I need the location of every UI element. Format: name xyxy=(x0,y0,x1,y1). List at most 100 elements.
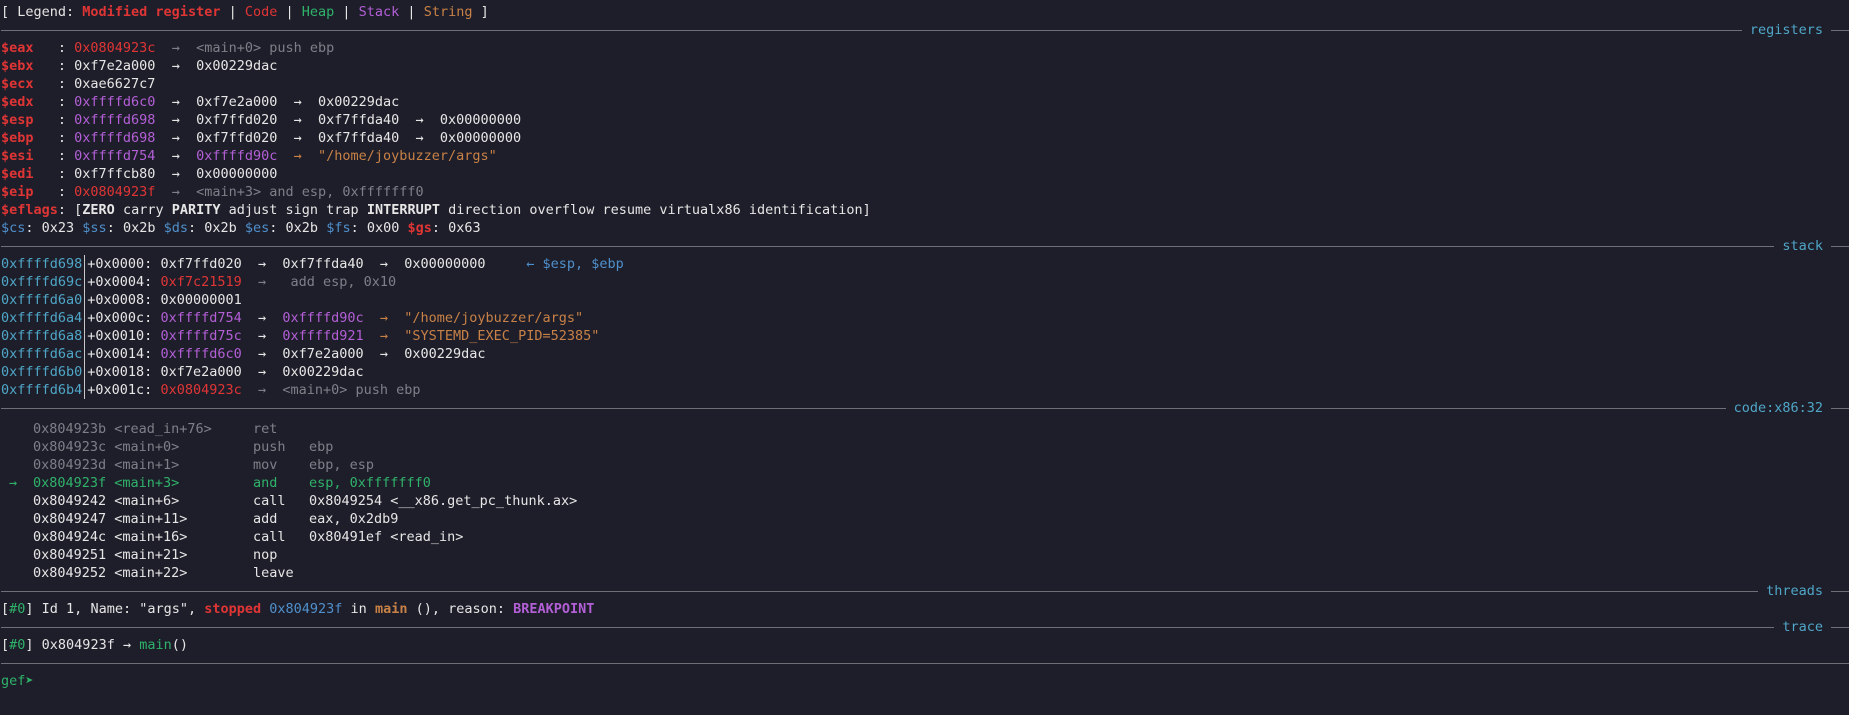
flag-interrupt: INTERRUPT xyxy=(366,202,440,218)
terminal[interactable]: [ Legend: Modified register | Code | Hea… xyxy=(0,0,1849,715)
stack-chain: → 0xf7e2a000 → 0x00229dac xyxy=(241,346,486,362)
thread-address: 0x804923f xyxy=(261,601,343,617)
code-address: 0x8049251 <main+21> xyxy=(33,547,188,563)
legend-string: String xyxy=(423,4,473,20)
thread-line: [#0] Id 1, Name: "args", stopped 0x80492… xyxy=(1,600,1849,618)
register-name: $eip xyxy=(1,184,34,200)
legend-prefix: [ Legend: xyxy=(1,4,83,20)
stack-value: 0x0804923c xyxy=(160,382,242,398)
register-chain: → 0xf7ffd020 → 0xf7ffda40 → 0x00000000 xyxy=(155,130,522,146)
code-line: 0x804923b <read_in+76> ret xyxy=(1,420,1849,438)
stack-value: 0xf7c21519 xyxy=(160,274,242,290)
gef-prompt: gef➤ xyxy=(1,673,42,689)
segment-name: $ss xyxy=(82,220,107,236)
legend-sep: | xyxy=(220,4,245,20)
register-value: 0xae6627c7 xyxy=(74,76,156,92)
register-chain: → 0xf7e2a000 → 0x00229dac xyxy=(155,94,400,110)
stack-row: 0xffffd6a8 +0x0010: 0xffffd75c → 0xffffd9… xyxy=(1,327,1849,345)
segment-name: $gs xyxy=(407,220,432,236)
code-panel: 0x804923b <read_in+76> ret 0x804923c <mai… xyxy=(1,417,1849,582)
stack-chain: → 0xf7ffda40 → 0x00000000 xyxy=(241,256,527,272)
register-ebx: $ebx : 0xf7e2a000 → 0x00229dac xyxy=(1,57,1849,75)
legend-suffix: ] xyxy=(472,4,489,20)
stack-divider xyxy=(84,327,86,345)
register-eax: $eax : 0x0804923c → <main+0> push ebp xyxy=(1,39,1849,57)
register-chain: → <main+0> push ebp xyxy=(155,40,335,56)
register-chain: → 0x00000000 xyxy=(155,166,278,182)
legend-stack: Stack xyxy=(358,4,400,20)
register-value: 0xf7e2a000 xyxy=(74,58,156,74)
code-address: 0x8049252 <main+22> xyxy=(33,565,188,581)
stack-value: 0xffffd754 xyxy=(160,310,242,326)
code-mnemonic: leave xyxy=(253,565,294,581)
code-line: 0x804923d <main+1> mov ebp, esp xyxy=(1,456,1849,474)
prompt-line[interactable]: gef➤ xyxy=(1,672,1849,690)
stack-divider xyxy=(84,381,86,399)
code-mnemonic: mov xyxy=(253,457,278,473)
register-colon: : xyxy=(33,166,75,182)
stack-divider xyxy=(84,345,86,363)
register-colon: : xyxy=(33,40,75,56)
trace-bracket: [ xyxy=(1,637,10,653)
stack-row: 0xffffd698 +0x0000: 0xf7ffd020 → 0xf7ffda… xyxy=(1,255,1849,273)
register-value: 0xffffd698 xyxy=(74,130,156,146)
code-address: 0x8049247 <main+11> xyxy=(33,511,188,527)
thread-number: #0 xyxy=(9,601,26,617)
stack-value: 0xffffd75c xyxy=(160,328,242,344)
stack-address: 0xffffd698 xyxy=(1,256,83,272)
thread-reason: BREAKPOINT xyxy=(513,601,595,617)
registers-title: registers xyxy=(1741,21,1831,39)
thread-bracket: [ xyxy=(1,601,10,617)
flags-mid: adjust sign trap xyxy=(220,202,367,218)
code-line: 0x804923c <main+0> push ebp xyxy=(1,438,1849,456)
stack-value-2: 0xffffd921 xyxy=(282,328,364,344)
register-ebp: $ebp : 0xffffd698 → 0xf7ffd020 → 0xf7ffd… xyxy=(1,129,1849,147)
register-ecx: $ecx : 0xae6627c7 xyxy=(1,75,1849,93)
register-esi: $esi : 0xffffd754 → 0xffffd90c → "/home/… xyxy=(1,147,1849,165)
stack-row: 0xffffd69c +0x0004: 0xf7c21519 → add esp,… xyxy=(1,273,1849,291)
segment-name: $ds xyxy=(163,220,188,236)
stack-arrow: → xyxy=(241,328,283,344)
segment-value: : 0x00 xyxy=(350,220,408,236)
segment-value: : 0x2b xyxy=(106,220,164,236)
trace-line: [#0] 0x804923f → main() xyxy=(1,636,1849,654)
code-operands: ebp, esp xyxy=(309,457,375,473)
code-address: 0x804923c <main+0> xyxy=(33,439,180,455)
stack-offset: +0x0008: xyxy=(87,292,161,308)
stack-title: stack xyxy=(1774,237,1831,255)
code-line: 0x804924c <main+16> call 0x80491ef <read_i… xyxy=(1,528,1849,546)
code-mnemonic: ret xyxy=(253,421,278,437)
code-address: 0x8049242 <main+6> xyxy=(33,493,180,509)
stack-address: 0xffffd69c xyxy=(1,274,83,290)
stack-divider xyxy=(84,273,86,291)
register-eflags: $eflags: [ZERO carry PARITY adjust sign … xyxy=(1,201,1849,219)
code-mnemonic: nop xyxy=(253,547,278,563)
thread-info: Id 1, Name: "args", xyxy=(41,601,205,617)
stack-value-2: 0xffffd90c xyxy=(282,310,364,326)
legend-modified: Modified register xyxy=(82,4,221,20)
register-chain: → 0xf7ffd020 → 0xf7ffda40 → 0x00000000 xyxy=(155,112,522,128)
segment-value: : 0x23 xyxy=(25,220,83,236)
stack-divider xyxy=(84,255,86,273)
register-colon: : xyxy=(33,94,75,110)
stack-chain: → <main+0> push ebp xyxy=(241,382,421,398)
register-name: $eax xyxy=(1,40,34,56)
register-esp: $esp : 0xffffd698 → 0xf7ffd020 → 0xf7ffd… xyxy=(1,111,1849,129)
stack-offset: +0x0014: xyxy=(87,346,161,362)
stack-arrow: → xyxy=(241,310,283,326)
legend-sep: | xyxy=(399,4,424,20)
stack-string: → "SYSTEMD_EXEC_PID=52385" xyxy=(363,328,600,344)
segment-registers: $cs: 0x23 $ss: 0x2b $ds: 0x2b $es: 0x2b … xyxy=(1,219,1849,237)
stack-offset: +0x0000: xyxy=(87,256,161,272)
code-line: 0x8049242 <main+6> call 0x8049254 <__x86.g… xyxy=(1,492,1849,510)
register-colon: : xyxy=(33,130,75,146)
register-colon: : xyxy=(33,58,75,74)
code-mnemonic: push xyxy=(253,439,286,455)
stack-offset: +0x0010: xyxy=(87,328,161,344)
code-line-current: → 0x804923f <main+3> and esp, 0xfffffff0 xyxy=(1,474,1849,492)
legend-sep: | xyxy=(277,4,302,20)
stack-address: 0xffffd6a0 xyxy=(1,292,83,308)
stack-offset: +0x001c: xyxy=(87,382,161,398)
code-operands: ebp xyxy=(309,439,334,455)
stack-row: 0xffffd6b0 +0x0018: 0xf7e2a000 → 0x00229d… xyxy=(1,363,1849,381)
